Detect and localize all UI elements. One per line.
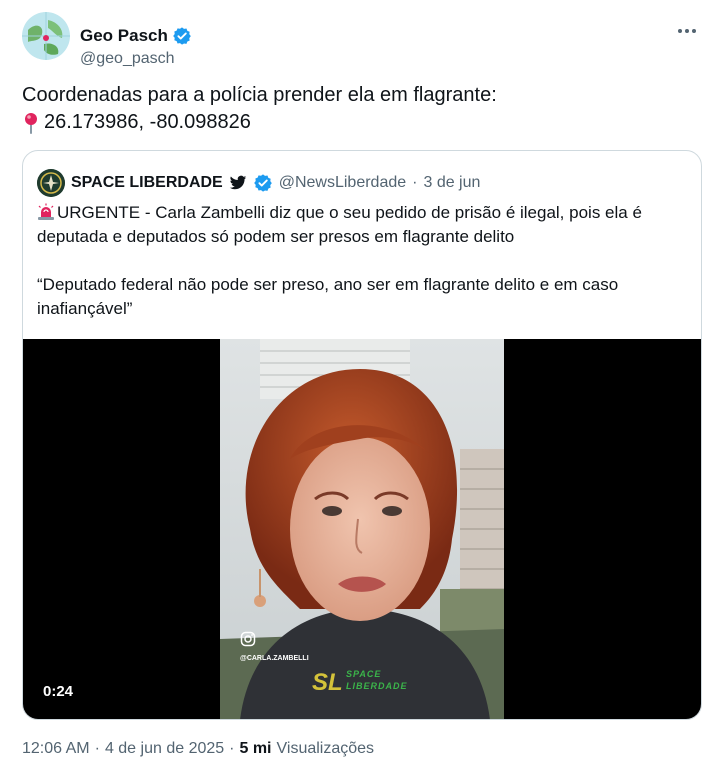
round-pushpin-icon: [25, 112, 37, 134]
bird-icon: [229, 175, 246, 190]
watermark-line1: SPACE: [346, 669, 382, 679]
video-frame: @CARLA.ZAMBELLI SL SPACE LIBERDADE: [220, 339, 504, 719]
author-name-row: Geo Pasch: [80, 26, 192, 46]
quoted-paragraph-2: “Deputado federal não pode ser preso, an…: [37, 275, 619, 318]
tweet-line-2: 26.173986, -80.098826: [22, 109, 692, 136]
more-dots-icon[interactable]: [676, 20, 698, 42]
footer-separator-2: ·: [229, 740, 235, 757]
video-duration: 0:24: [37, 681, 80, 702]
tweet-date[interactable]: 4 de jun de 2025: [105, 740, 224, 758]
coordinates-text: 26.173986, -80.098826: [44, 111, 251, 133]
space-liberdade-logo-icon: [37, 169, 65, 197]
watermark-short: SL: [312, 669, 343, 696]
footer-separator-1: ·: [94, 740, 100, 757]
quoted-verified-badge-icon: [253, 174, 272, 192]
globe-avatar-image: [22, 12, 70, 60]
video-thumbnail-image: [220, 339, 504, 719]
quoted-display-name[interactable]: SPACE LIBERDADE: [71, 174, 223, 192]
quoted-date[interactable]: 3 de jun: [423, 174, 480, 192]
video-player[interactable]: @CARLA.ZAMBELLI SL SPACE LIBERDADE 0:24: [23, 339, 701, 719]
instagram-icon: [240, 631, 256, 647]
author-avatar[interactable]: [22, 12, 70, 60]
tweet-header: Geo Pasch @geo_pasch: [22, 12, 702, 67]
tweet-line-1: Coordenadas para a polícia prender ela e…: [22, 84, 497, 106]
police-light-icon: [38, 203, 54, 220]
views-count: 5 mi: [239, 740, 272, 757]
video-overlay-handle: @CARLA.ZAMBELLI: [240, 655, 309, 662]
tweet-body: Coordenadas para a polícia prender ela e…: [22, 82, 692, 136]
quoted-author-avatar[interactable]: [37, 169, 65, 197]
watermark-line2: LIBERDADE: [346, 681, 408, 691]
author-handle[interactable]: @geo_pasch: [80, 50, 175, 68]
quoted-tweet-card[interactable]: SPACE LIBERDADE @NewsLiberdade · 3 de ju…: [22, 150, 702, 720]
quoted-paragraph-1: URGENTE - Carla Zambelli diz que o seu p…: [37, 201, 687, 249]
tweet-footer: 12:06 AM · 4 de jun de 2025 · 5 mi Visua…: [22, 740, 374, 758]
tweet-time[interactable]: 12:06 AM: [22, 740, 90, 758]
space-liberdade-watermark: SL SPACE LIBERDADE: [312, 669, 407, 697]
views-label: Visualizações: [276, 740, 375, 757]
quoted-tweet-body: URGENTE - Carla Zambelli diz que o seu p…: [37, 201, 687, 345]
author-display-name[interactable]: Geo Pasch: [80, 26, 168, 46]
quoted-tweet-header: SPACE LIBERDADE @NewsLiberdade · 3 de ju…: [37, 169, 480, 197]
quoted-paragraph-1-text: URGENTE - Carla Zambelli diz que o seu p…: [37, 203, 642, 246]
verified-badge-icon: [173, 27, 191, 45]
quoted-handle[interactable]: @NewsLiberdade: [279, 174, 406, 192]
quoted-separator: ·: [412, 174, 418, 191]
